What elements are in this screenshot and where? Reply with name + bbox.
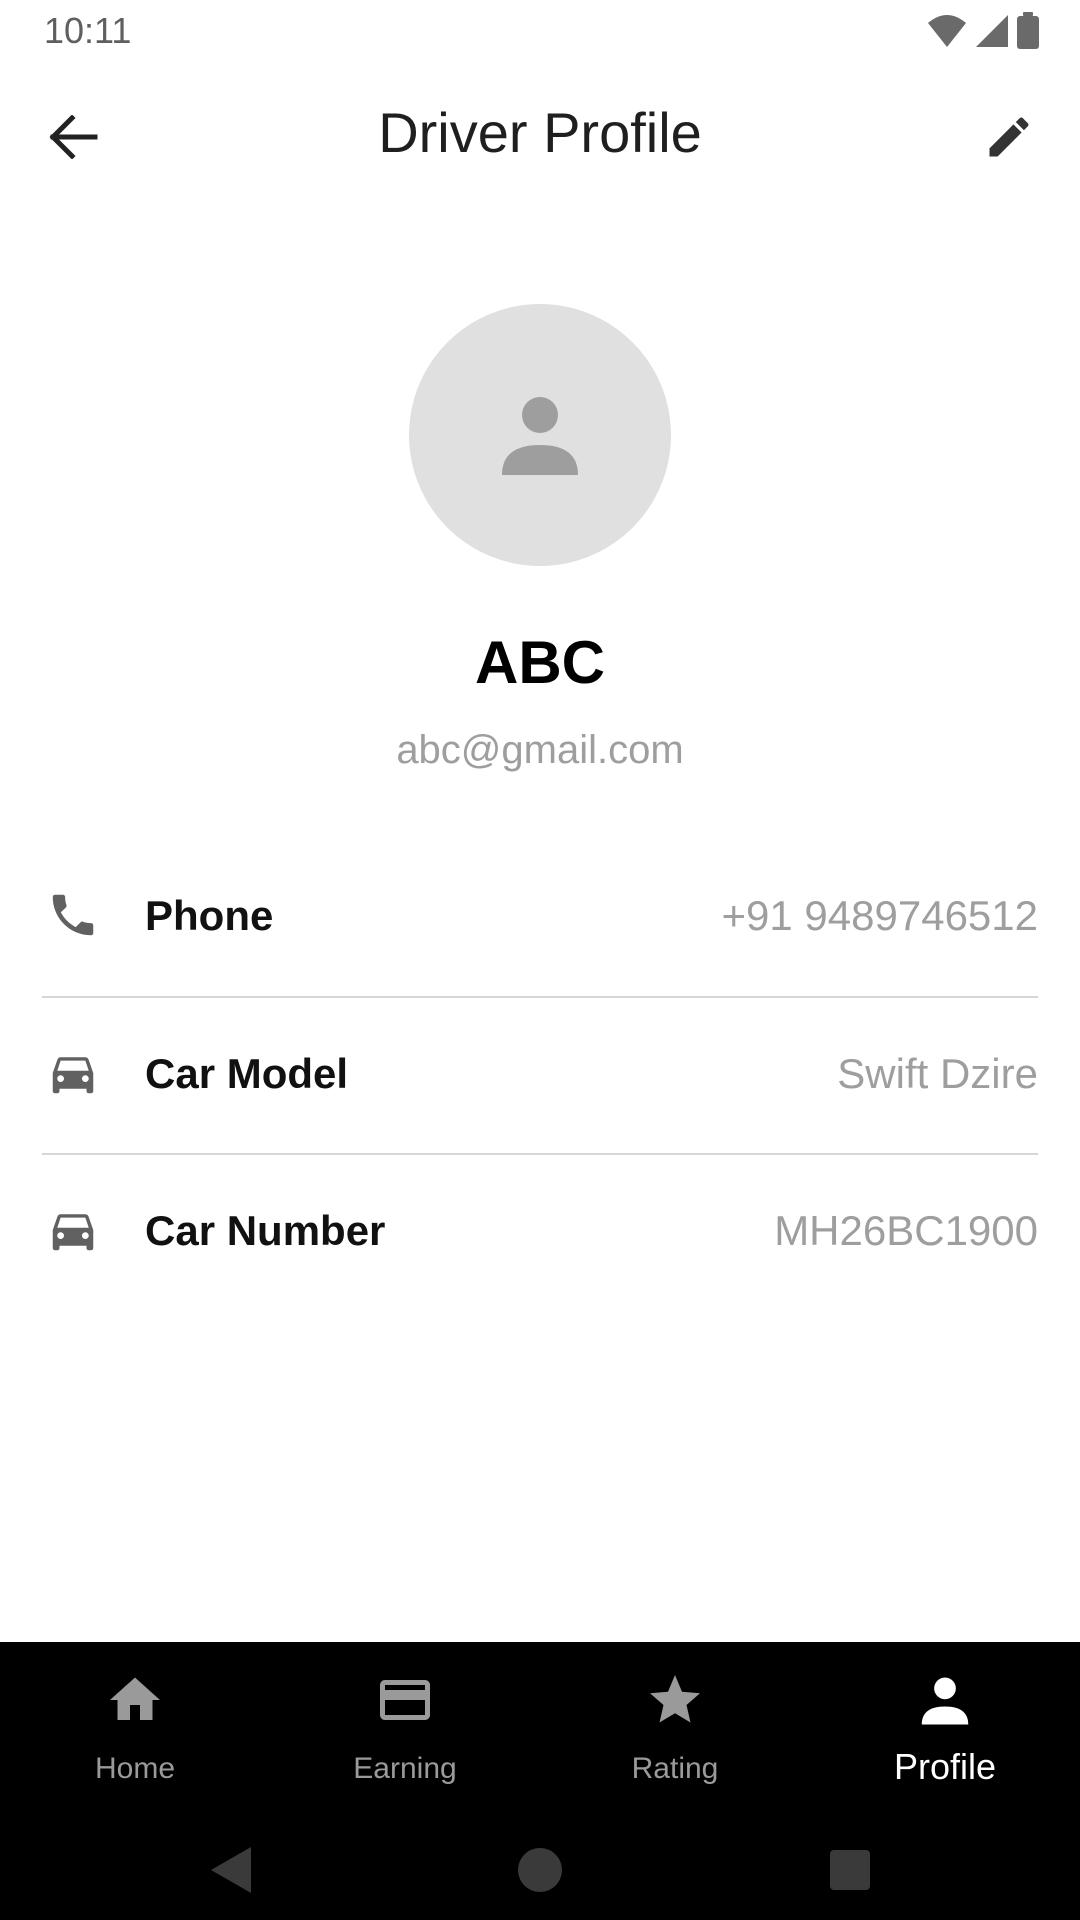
bottom-nav: Home Earning Rating Profile xyxy=(0,1642,1080,1810)
nav-item-home[interactable]: Home xyxy=(0,1642,270,1810)
system-nav-bar xyxy=(0,1810,1080,1920)
divider xyxy=(42,1153,1038,1155)
nav-label-earning: Earning xyxy=(353,1752,457,1785)
phone-label: Phone xyxy=(145,892,274,939)
info-row-car-number: Car Number MH26BC1900 xyxy=(42,1159,1038,1309)
status-bar: 10:11 xyxy=(0,0,1080,62)
page-title: Driver Profile xyxy=(378,101,702,164)
nav-item-rating[interactable]: Rating xyxy=(540,1642,810,1810)
system-recents-button[interactable] xyxy=(820,1840,880,1900)
status-icons xyxy=(926,12,1040,50)
car-model-label: Car Model xyxy=(145,1050,349,1097)
edit-button[interactable] xyxy=(976,104,1042,170)
system-back-button[interactable] xyxy=(200,1840,260,1900)
car-number-value: MH26BC1900 xyxy=(774,1207,1038,1254)
circle-home-icon xyxy=(518,1848,562,1892)
nav-item-profile[interactable]: Profile xyxy=(810,1642,1080,1810)
car-model-value: Swift Dzire xyxy=(837,1050,1038,1097)
system-home-button[interactable] xyxy=(510,1840,570,1900)
info-row-car-model: Car Model Swift Dzire xyxy=(42,1002,1038,1152)
divider xyxy=(42,996,1038,998)
car-icon xyxy=(42,1042,104,1104)
nav-label-rating: Rating xyxy=(631,1752,719,1785)
car-icon xyxy=(42,1199,104,1261)
info-row-phone: Phone +91 9489746512 xyxy=(42,844,1038,994)
nav-item-earning[interactable]: Earning xyxy=(270,1642,540,1810)
nav-label-home: Home xyxy=(94,1752,176,1785)
status-time: 10:11 xyxy=(44,10,132,51)
home-icon xyxy=(110,1677,160,1720)
star-icon xyxy=(650,1675,700,1723)
profile-name: ABC xyxy=(475,629,605,696)
card-icon xyxy=(380,1680,430,1720)
car-number-label: Car Number xyxy=(145,1207,386,1254)
battery-icon xyxy=(1017,12,1039,49)
pencil-icon xyxy=(989,117,1029,157)
app-bar: Driver Profile xyxy=(0,62,1080,208)
wifi-icon xyxy=(928,15,966,47)
square-recents-icon xyxy=(830,1850,870,1890)
avatar[interactable] xyxy=(409,304,671,566)
profile-email: abc@gmail.com xyxy=(396,728,684,772)
signal-icon xyxy=(976,15,1008,47)
phone-icon xyxy=(42,884,104,946)
triangle-back-icon xyxy=(211,1847,251,1893)
phone-value: +91 9489746512 xyxy=(721,892,1039,939)
nav-label-profile: Profile xyxy=(893,1746,997,1787)
person-placeholder-icon xyxy=(502,397,578,475)
person-icon xyxy=(921,1677,969,1725)
